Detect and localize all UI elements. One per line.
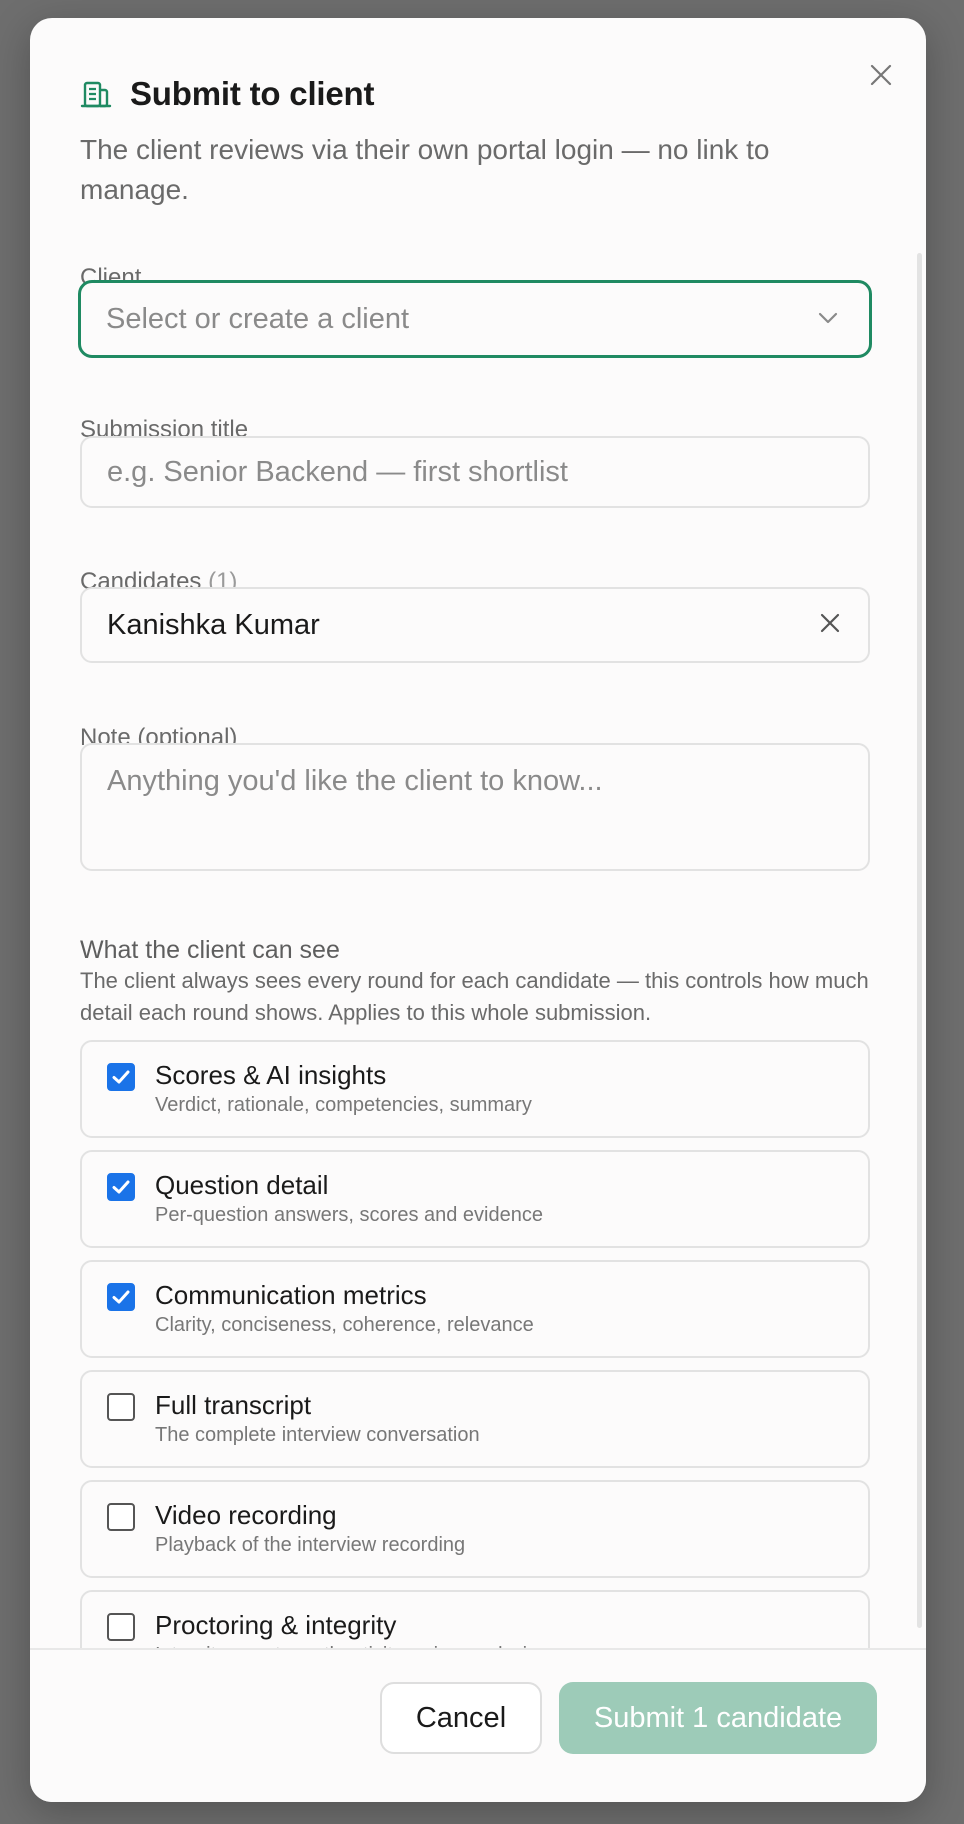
visibility-option-description: Clarity, conciseness, coherence, relevan… bbox=[155, 1314, 534, 1336]
checkbox-unchecked[interactable] bbox=[107, 1393, 135, 1421]
visibility-option[interactable]: Video recording Playback of the interview… bbox=[80, 1480, 870, 1578]
visibility-option[interactable]: Proctoring & integrityIntegrity events, … bbox=[80, 1590, 870, 1648]
checkmark-icon bbox=[112, 1290, 130, 1304]
checkbox-unchecked[interactable] bbox=[107, 1503, 135, 1531]
visibility-option[interactable]: Question detail Per-question answers, sco… bbox=[80, 1150, 870, 1248]
visibility-section-description: The client always sees every round for e… bbox=[80, 968, 869, 1025]
dialog-header: Submit to client The client reviews via … bbox=[80, 72, 876, 210]
client-select-placeholder: Select or create a client bbox=[106, 302, 410, 335]
dialog-scroll-area[interactable]: Submit to client The client reviews via … bbox=[30, 18, 926, 1648]
checkbox-checked[interactable] bbox=[107, 1283, 135, 1311]
submission-title-input[interactable]: e.g. Senior Backend — first shortlist bbox=[80, 436, 870, 508]
chevron-down-icon bbox=[818, 312, 838, 324]
candidates-field[interactable]: Kanishka Kumar bbox=[80, 587, 870, 663]
visibility-option[interactable]: Scores & AI insights Verdict, rationale, … bbox=[80, 1040, 870, 1138]
note-textarea[interactable]: Anything you'd like the client to know..… bbox=[80, 743, 870, 871]
visibility-option-description: Per-question answers, scores and evidenc… bbox=[155, 1204, 543, 1226]
visibility-option-description: The complete interview conversation bbox=[155, 1424, 480, 1446]
visibility-option-title: Proctoring & integrity bbox=[155, 1610, 397, 1640]
submit-to-client-dialog: Submit to client The client reviews via … bbox=[30, 18, 926, 1802]
visibility-option-description: Playback of the interview recording bbox=[155, 1534, 466, 1556]
submission-title-placeholder: e.g. Senior Backend — first shortlist bbox=[107, 455, 568, 488]
visibility-option-description: Verdict, rationale, competencies, summar… bbox=[155, 1094, 532, 1116]
submit-button[interactable]: Submit 1 candidate bbox=[559, 1682, 877, 1754]
close-icon bbox=[820, 613, 840, 633]
dialog-subtitle: The client reviews via their own portal … bbox=[80, 134, 770, 205]
visibility-option[interactable]: Communication metrics Clarity, concisenes… bbox=[80, 1260, 870, 1358]
dialog-title: Submit to client bbox=[130, 75, 375, 112]
checkmark-icon bbox=[112, 1180, 130, 1194]
scrollbar[interactable] bbox=[917, 253, 922, 1628]
visibility-section-title: What the client can see bbox=[80, 936, 340, 964]
checkbox-checked[interactable] bbox=[107, 1063, 135, 1091]
visibility-option-title: Communication metrics bbox=[155, 1280, 427, 1310]
remove-candidate-button[interactable] bbox=[820, 613, 840, 638]
candidate-name: Kanishka Kumar bbox=[107, 608, 320, 641]
visibility-option-title: Question detail bbox=[155, 1170, 329, 1200]
dialog-footer: Cancel Submit 1 candidate bbox=[30, 1648, 926, 1802]
checkbox-checked[interactable] bbox=[107, 1173, 135, 1201]
building-icon bbox=[80, 81, 112, 108]
client-select[interactable]: Select or create a client bbox=[78, 280, 872, 358]
visibility-option-title: Full transcript bbox=[155, 1390, 312, 1420]
checkmark-icon bbox=[112, 1070, 130, 1084]
visibility-option-title: Scores & AI insights bbox=[155, 1060, 387, 1090]
cancel-button[interactable]: Cancel bbox=[380, 1682, 542, 1754]
visibility-option-title: Video recording bbox=[155, 1500, 337, 1530]
checkbox-unchecked[interactable] bbox=[107, 1613, 135, 1641]
visibility-option[interactable]: Full transcript The complete interview co… bbox=[80, 1370, 870, 1468]
note-placeholder: Anything you'd like the client to know..… bbox=[107, 765, 603, 797]
